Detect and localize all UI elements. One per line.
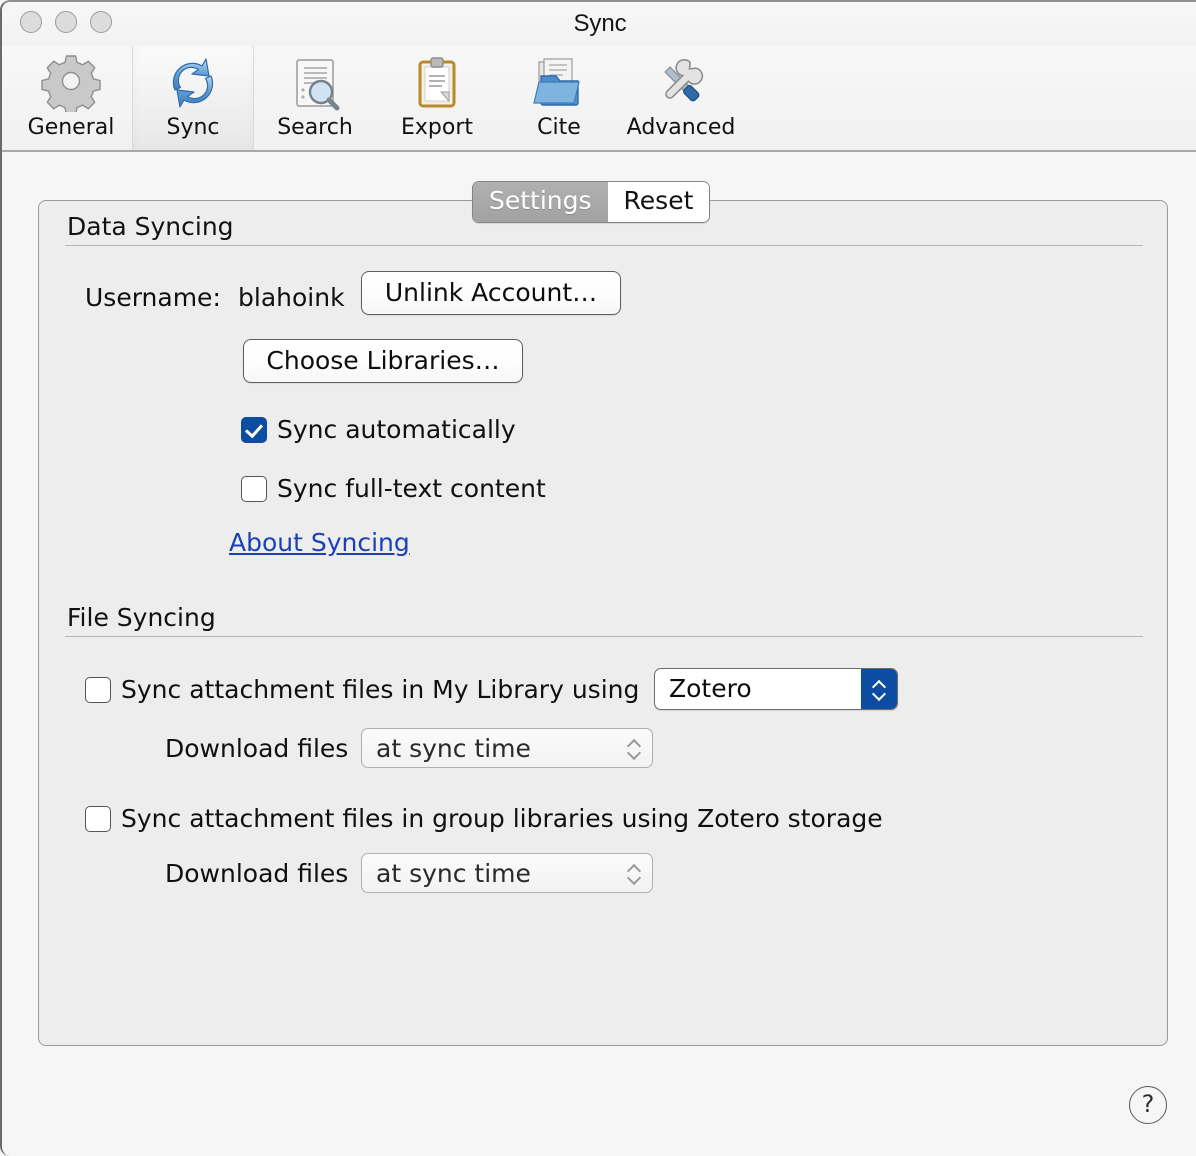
about-syncing-link[interactable]: About Syncing: [229, 528, 410, 558]
tab-settings[interactable]: Settings: [473, 182, 608, 222]
stepper-arrows-icon[interactable]: [861, 669, 897, 709]
my-library-service-value: Zotero: [669, 674, 752, 703]
my-library-download-dropdown[interactable]: at sync time: [361, 728, 653, 768]
stepper-arrows-icon[interactable]: [616, 854, 652, 892]
toolbar-item-label: Search: [277, 115, 353, 140]
choose-libraries-button[interactable]: Choose Libraries…: [243, 339, 523, 383]
gear-icon: [39, 54, 103, 112]
toolbar-item-export[interactable]: Export: [376, 46, 498, 150]
window-title: Sync: [573, 10, 627, 37]
group-libraries-download-label: Download files: [165, 859, 349, 888]
sync-settings-panel: Data Syncing Username: blahoink Unlink A…: [38, 200, 1168, 1046]
unlink-account-button[interactable]: Unlink Account…: [361, 271, 621, 315]
toolbar-item-label: Sync: [166, 115, 220, 140]
sync-automatically-checkbox-row[interactable]: Sync automatically: [241, 415, 516, 445]
sync-fulltext-label: Sync full-text content: [277, 474, 546, 503]
sync-automatically-label: Sync automatically: [277, 415, 516, 444]
sync-my-library-checkbox[interactable]: [85, 677, 111, 703]
sync-group-libraries-label: Sync attachment files in group libraries…: [121, 804, 883, 833]
sync-my-library-label: Sync attachment files in My Library usin…: [121, 675, 640, 704]
stepper-arrows-icon[interactable]: [616, 729, 652, 767]
chevron-down-icon: [873, 691, 885, 698]
chevron-down-icon: [628, 875, 640, 882]
toolbar-item-cite[interactable]: Cite: [498, 46, 620, 150]
preferences-window: Sync General Sync Search Export Cite Adv…: [0, 0, 1196, 1156]
toolbar-item-advanced[interactable]: Advanced: [620, 46, 742, 150]
toolbar-item-general[interactable]: General: [10, 46, 132, 150]
toolbar-item-label: Cite: [537, 115, 581, 140]
my-library-download-value: at sync time: [376, 734, 531, 763]
sync-automatically-checkbox[interactable]: [241, 417, 267, 443]
username-label: Username:: [85, 283, 221, 312]
toolbar-item-search[interactable]: Search: [254, 46, 376, 150]
toolbar-item-sync[interactable]: Sync: [132, 46, 254, 150]
my-library-service-dropdown[interactable]: Zotero: [654, 668, 898, 710]
data-syncing-rule: [65, 245, 1143, 246]
sync-my-library-checkbox-row[interactable]: Sync attachment files in My Library usin…: [85, 675, 639, 705]
file-syncing-heading: File Syncing: [67, 603, 216, 632]
toolbar-item-label: Advanced: [626, 115, 736, 140]
group-libraries-download-value: at sync time: [376, 859, 531, 888]
sync-fulltext-checkbox-row[interactable]: Sync full-text content: [241, 474, 546, 504]
preferences-toolbar: General Sync Search Export Cite Advanced: [2, 46, 1196, 152]
sync-group-libraries-checkbox[interactable]: [85, 806, 111, 832]
folder-documents-icon: [527, 54, 591, 112]
title-bar: Sync: [2, 2, 1196, 46]
tab-reset[interactable]: Reset: [607, 182, 710, 222]
document-search-icon: [283, 54, 347, 112]
username-value: blahoink: [238, 283, 345, 312]
my-library-download-label: Download files: [165, 734, 349, 763]
sync-arrows-icon: [161, 54, 225, 112]
settings-reset-tabs: Settings Reset: [472, 181, 711, 223]
preferences-content: Settings Reset Data Syncing Username: bl…: [2, 152, 1196, 1156]
chevron-down-icon: [628, 750, 640, 757]
clipboard-icon: [405, 54, 469, 112]
sync-fulltext-checkbox[interactable]: [241, 476, 267, 502]
data-syncing-heading: Data Syncing: [67, 212, 234, 241]
file-syncing-rule: [65, 636, 1143, 637]
toolbar-item-label: General: [27, 115, 115, 140]
sync-group-libraries-checkbox-row[interactable]: Sync attachment files in group libraries…: [85, 804, 883, 834]
toolbar-item-label: Export: [400, 115, 473, 140]
help-button[interactable]: ?: [1129, 1086, 1167, 1124]
wrench-screwdriver-icon: [649, 54, 713, 112]
group-libraries-download-dropdown[interactable]: at sync time: [361, 853, 653, 893]
